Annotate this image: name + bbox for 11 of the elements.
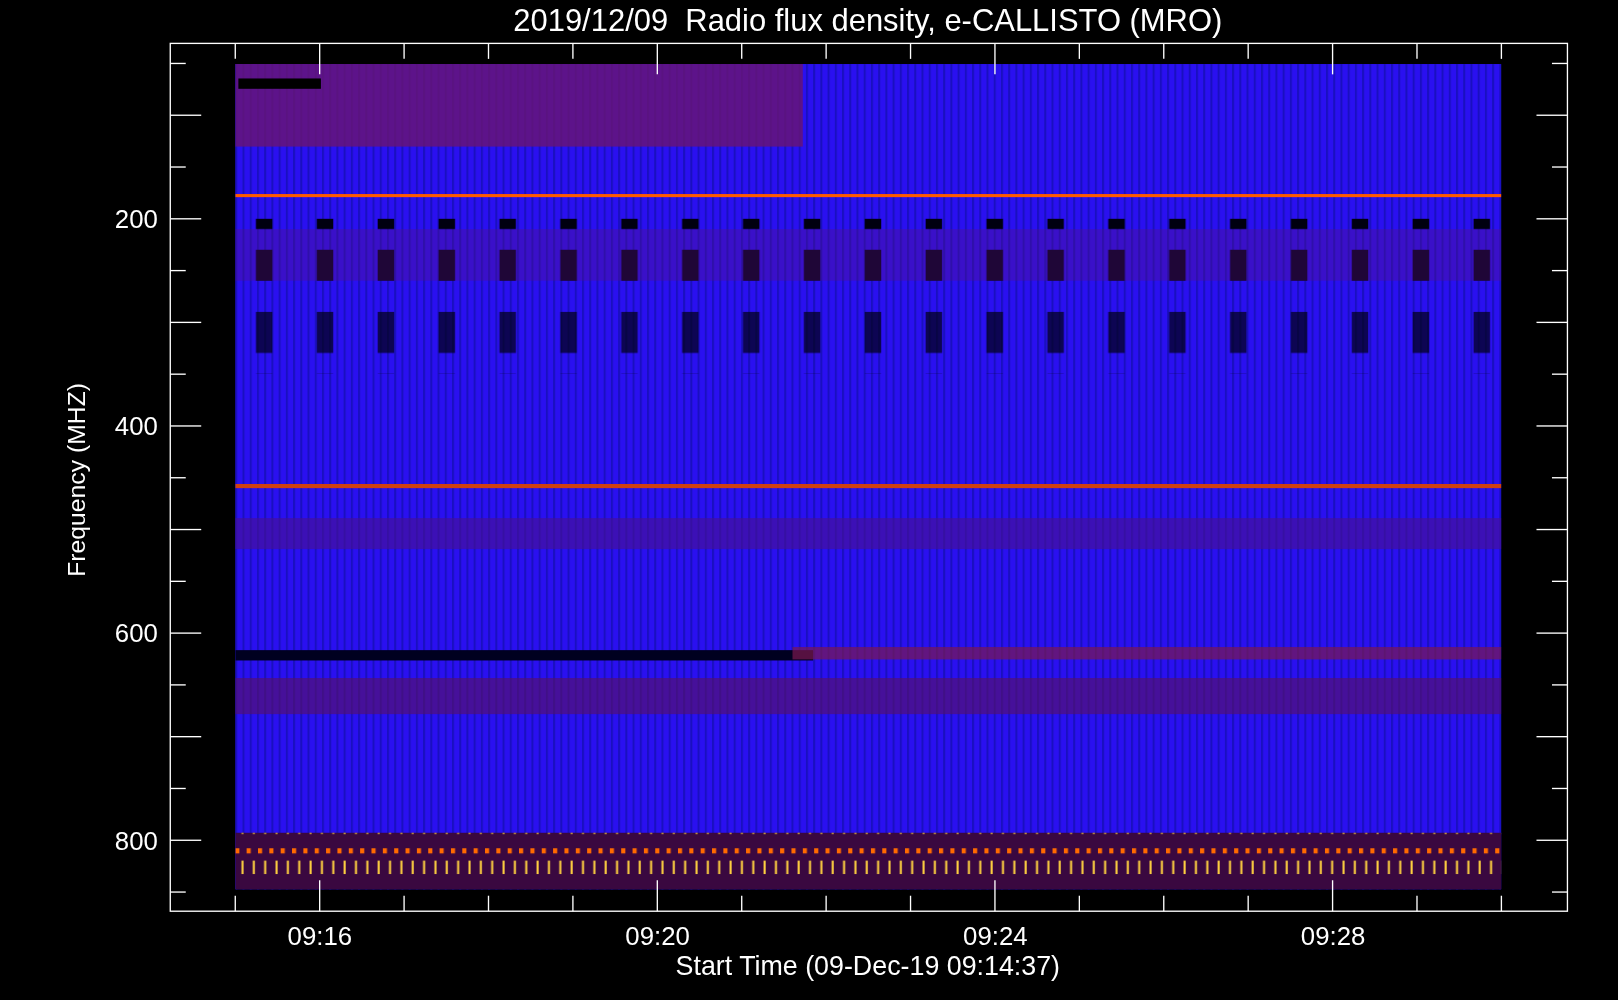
x-tick-label: 09:16 [287, 922, 353, 951]
y-tick-label: 200 [114, 205, 158, 234]
y-axis-label: Frequency (MHZ) [62, 382, 90, 577]
y-tick-label: 800 [114, 826, 158, 855]
x-tick-label: 09:28 [1300, 922, 1366, 951]
x-tick-label: 09:24 [963, 922, 1028, 951]
y-tick-label: 600 [114, 619, 158, 648]
x-axis-label: Start Time (09-Dec-19 09:14:37) [675, 951, 1061, 982]
chart-title: 2019/12/09 Radio flux density, e-CALLISTO (MRO) [513, 3, 1223, 38]
x-tick-label: 09:20 [625, 922, 690, 951]
y-tick-label: 400 [114, 412, 158, 441]
